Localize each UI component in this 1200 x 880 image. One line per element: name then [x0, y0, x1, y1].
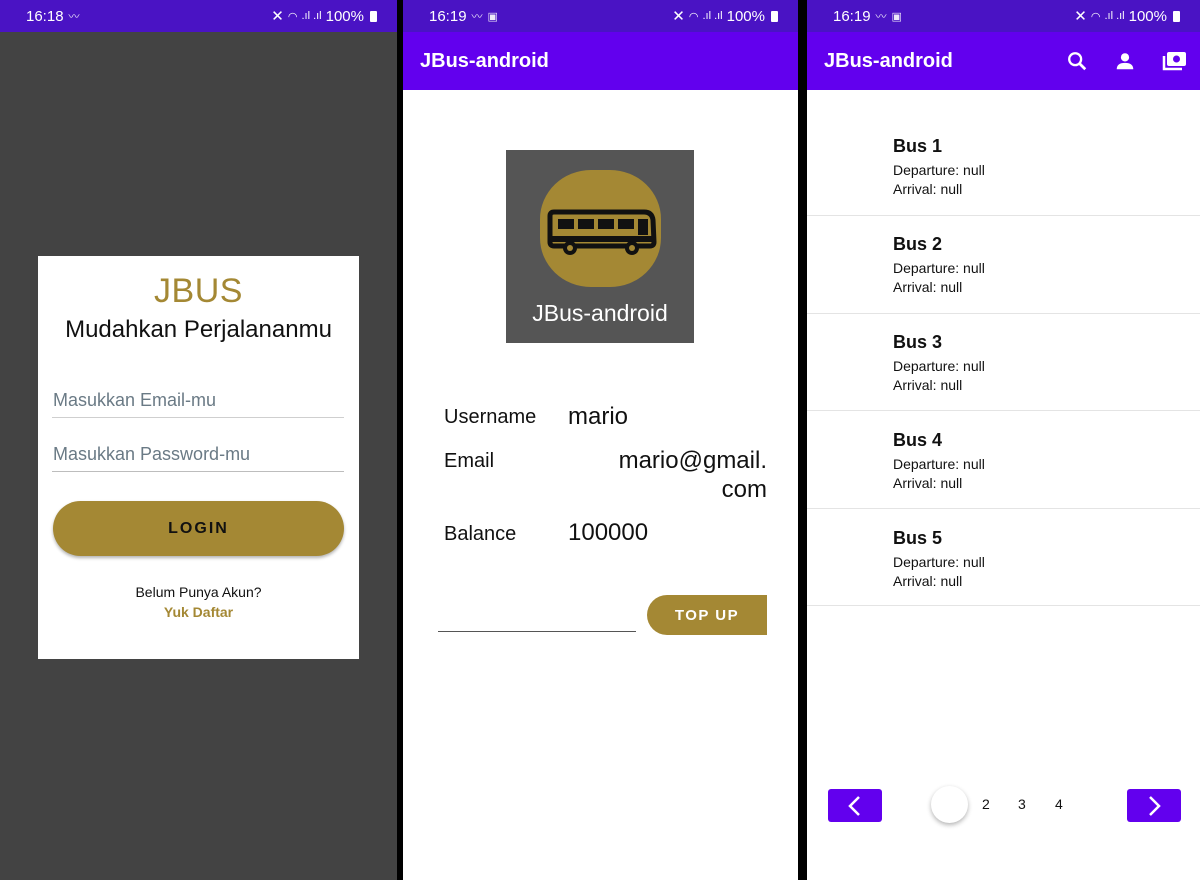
status-indicators: ✕ ◠ .ıl .ıl 100% — [1074, 7, 1180, 25]
topup-button[interactable]: TOP UP — [647, 595, 767, 635]
balance-label: Balance — [444, 523, 517, 545]
signal-activity-icon: 〰 — [471, 11, 483, 23]
page-number[interactable]: 3 — [1018, 796, 1026, 812]
page-number[interactable]: 4 — [1055, 796, 1063, 812]
battery-icon — [1173, 10, 1180, 22]
brand-title: JBUS — [154, 272, 243, 310]
battery-percent: 100% — [325, 7, 364, 25]
page-number[interactable]: 2 — [982, 796, 990, 812]
signal-activity-icon: 〰 — [68, 11, 80, 23]
bus-departure: Departure: null — [893, 260, 985, 276]
current-page-indicator[interactable] — [931, 786, 968, 823]
balance-value: 100000 — [568, 519, 649, 546]
wifi-icon: ◠ — [688, 10, 699, 23]
status-bar: 16:19 〰 ▣ ✕ ◠ .ıl .ıl 100% — [807, 0, 1200, 32]
bus-list-screen: 16:19 〰 ▣ ✕ ◠ .ıl .ıl 100% JBus-android … — [807, 0, 1200, 880]
bus-departure: Departure: null — [893, 456, 985, 472]
gallery-icon: ▣ — [891, 10, 902, 23]
tagline: Mudahkan Perjalananmu — [65, 316, 332, 343]
login-card: JBUS Mudahkan Perjalananmu Masukkan Emai… — [38, 256, 359, 659]
status-time: 16:19 — [429, 7, 467, 25]
battery-percent: 100% — [1128, 7, 1167, 25]
payment-icon[interactable] — [1162, 50, 1188, 72]
bus-name: Bus 3 — [893, 332, 943, 352]
bus-list-item[interactable]: Bus 3 Departure: null Arrival: null — [807, 314, 1200, 411]
person-icon[interactable] — [1114, 50, 1136, 72]
mute-icon: ✕ — [1074, 8, 1087, 25]
username-value: mario — [568, 403, 629, 430]
cell-signal-icon: .ıl .ıl — [702, 10, 723, 22]
cell-signal-icon: .ıl .ıl — [1104, 10, 1125, 22]
app-bar-actions — [1066, 50, 1200, 72]
battery-icon — [771, 10, 778, 22]
gallery-icon: ▣ — [487, 10, 498, 23]
mute-icon: ✕ — [672, 8, 685, 25]
app-title: JBus-android — [420, 49, 549, 72]
bus-arrival: Arrival: null — [893, 377, 963, 393]
bus-name: Bus 1 — [893, 136, 943, 156]
wifi-icon: ◠ — [287, 10, 298, 23]
signal-activity-icon: 〰 — [875, 11, 887, 23]
bus-name: Bus 4 — [893, 430, 943, 450]
wifi-icon: ◠ — [1090, 10, 1101, 23]
status-time: 16:19 — [833, 7, 871, 25]
no-account-text: Belum Punya Akun? — [135, 584, 262, 600]
bus-arrival: Arrival: null — [893, 573, 963, 589]
mute-icon: ✕ — [271, 8, 284, 25]
bus-list-item[interactable]: Bus 2 Departure: null Arrival: null — [807, 216, 1200, 314]
status-bar: 16:18 〰 ✕ ◠ .ıl .ıl 100% — [0, 0, 397, 32]
chevron-right-icon — [1149, 795, 1161, 816]
bus-name: Bus 5 — [893, 528, 943, 548]
bus-arrival: Arrival: null — [893, 181, 963, 197]
topup-amount-input[interactable] — [438, 596, 636, 632]
login-button[interactable]: LOGIN — [53, 501, 344, 556]
email-value: mario@gmail.com — [618, 447, 767, 503]
bus-list-item[interactable]: Bus 1 Departure: null Arrival: null — [807, 90, 1200, 216]
email-placeholder: Masukkan Email-mu — [53, 390, 217, 410]
bus-icon — [547, 209, 657, 255]
status-time: 16:18 — [26, 7, 64, 25]
bus-departure: Departure: null — [893, 162, 985, 178]
bus-arrival: Arrival: null — [893, 475, 963, 491]
app-logo: JBus-android — [506, 150, 694, 343]
battery-icon — [370, 10, 377, 22]
chevron-left-icon — [848, 795, 860, 816]
status-indicators: ✕ ◠ .ıl .ıl 100% — [672, 7, 778, 25]
password-field[interactable]: Masukkan Password-mu — [52, 438, 344, 472]
profile-screen: 16:19 〰 ▣ ✕ ◠ .ıl .ıl 100% JBus-android — [403, 0, 798, 880]
prev-page-button[interactable] — [828, 789, 882, 822]
status-bar: 16:19 〰 ▣ ✕ ◠ .ıl .ıl 100% — [403, 0, 798, 32]
logo-badge — [540, 170, 661, 287]
bus-departure: Departure: null — [893, 554, 985, 570]
email-label: Email — [444, 450, 495, 472]
app-bar: JBus-android — [807, 32, 1200, 90]
app-title: JBus-android — [824, 49, 953, 72]
username-label: Username — [444, 406, 537, 428]
email-field[interactable]: Masukkan Email-mu — [52, 384, 344, 418]
pagination: 2 3 4 — [807, 786, 1200, 826]
bus-departure: Departure: null — [893, 358, 985, 374]
login-screen: 16:18 〰 ✕ ◠ .ıl .ıl 100% JBUS Mudahkan P… — [0, 0, 397, 880]
bus-name: Bus 2 — [893, 234, 943, 254]
bus-list-item[interactable]: Bus 5 Departure: null Arrival: null — [807, 509, 1200, 606]
bus-arrival: Arrival: null — [893, 279, 963, 295]
battery-percent: 100% — [726, 7, 765, 25]
app-bar: JBus-android — [403, 32, 798, 90]
bus-list-item[interactable]: Bus 4 Departure: null Arrival: null — [807, 411, 1200, 509]
search-icon[interactable] — [1066, 50, 1088, 72]
password-placeholder: Masukkan Password-mu — [53, 444, 251, 464]
cell-signal-icon: .ıl .ıl — [301, 10, 322, 22]
logo-caption: JBus-android — [532, 300, 668, 326]
next-page-button[interactable] — [1127, 789, 1181, 822]
register-link[interactable]: Yuk Daftar — [38, 604, 359, 620]
status-indicators: ✕ ◠ .ıl .ıl 100% — [271, 7, 377, 25]
